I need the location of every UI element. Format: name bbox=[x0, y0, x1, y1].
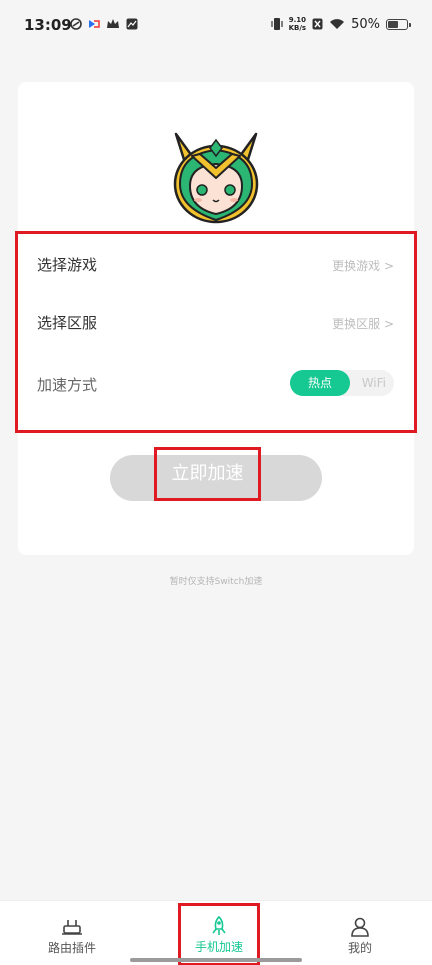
status-bar: 13:09 9.10 KB/s 50% bbox=[0, 0, 432, 52]
support-notice: 暂时仅支持Switch加速 bbox=[169, 577, 263, 587]
battery-percent: 50% bbox=[351, 16, 380, 32]
accelerator-card: 选择游戏 更换游戏 > 选择区服 更换区服 > 加速方式 热点 WiFi 立即加… bbox=[15, 82, 417, 555]
select-server-label: 选择区服 bbox=[37, 314, 98, 332]
bottom-tab-bar: 路由插件 手机加速 我的 bbox=[0, 900, 432, 965]
acceleration-mode-row: 加速方式 热点 WiFi bbox=[18, 360, 414, 410]
status-notification-icons bbox=[70, 18, 138, 30]
mode-hotspot-option[interactable]: 热点 bbox=[290, 370, 350, 396]
profile-icon bbox=[351, 917, 369, 937]
acceleration-mode-label: 加速方式 bbox=[37, 376, 98, 394]
tab-router-plugin[interactable]: 路由插件 bbox=[20, 901, 124, 965]
sync-icon bbox=[70, 18, 82, 30]
tab-mine[interactable]: 我的 bbox=[320, 901, 400, 965]
app-notification-icon bbox=[89, 20, 100, 28]
battery-icon bbox=[386, 18, 411, 30]
network-speed: 9.10 KB/s bbox=[289, 16, 306, 32]
home-indicator[interactable] bbox=[130, 958, 302, 962]
select-game-label: 选择游戏 bbox=[37, 256, 98, 274]
image-notification-icon bbox=[126, 18, 138, 30]
status-time: 13:09 bbox=[24, 16, 72, 34]
rocket-icon bbox=[212, 916, 226, 935]
change-server-link[interactable]: 更换区服 > bbox=[332, 315, 394, 332]
crown-icon bbox=[107, 19, 119, 28]
network-speed-value: 9.10 bbox=[288, 16, 306, 24]
tab-mine-label: 我的 bbox=[347, 941, 372, 955]
wifi-icon bbox=[330, 19, 345, 29]
tab-router-plugin-label: 路由插件 bbox=[47, 941, 96, 955]
network-speed-unit: KB/s bbox=[288, 24, 307, 32]
vibrate-icon bbox=[271, 18, 283, 30]
select-game-row[interactable]: 选择游戏 更换游戏 > bbox=[18, 240, 414, 290]
mode-toggle[interactable]: 热点 WiFi bbox=[290, 370, 394, 396]
change-game-link[interactable]: 更换游戏 > bbox=[332, 257, 394, 274]
select-server-row[interactable]: 选择区服 更换区服 > bbox=[18, 298, 414, 348]
no-sim-icon bbox=[312, 18, 323, 30]
tab-phone-acceleration-label: 手机加速 bbox=[194, 940, 243, 954]
tab-phone-acceleration[interactable]: 手机加速 bbox=[178, 903, 260, 965]
loki-mascot-icon bbox=[173, 132, 259, 224]
accelerate-button-background[interactable]: 立即加速 bbox=[110, 447, 322, 501]
accelerator-options: 选择游戏 更换游戏 > 选择区服 更换区服 > 加速方式 热点 WiFi bbox=[15, 231, 417, 433]
mode-wifi-option[interactable]: WiFi bbox=[362, 370, 386, 396]
accelerate-button[interactable]: 立即加速 bbox=[154, 447, 261, 501]
router-icon bbox=[62, 920, 82, 935]
status-system-icons: 9.10 KB/s 50% bbox=[271, 16, 411, 32]
